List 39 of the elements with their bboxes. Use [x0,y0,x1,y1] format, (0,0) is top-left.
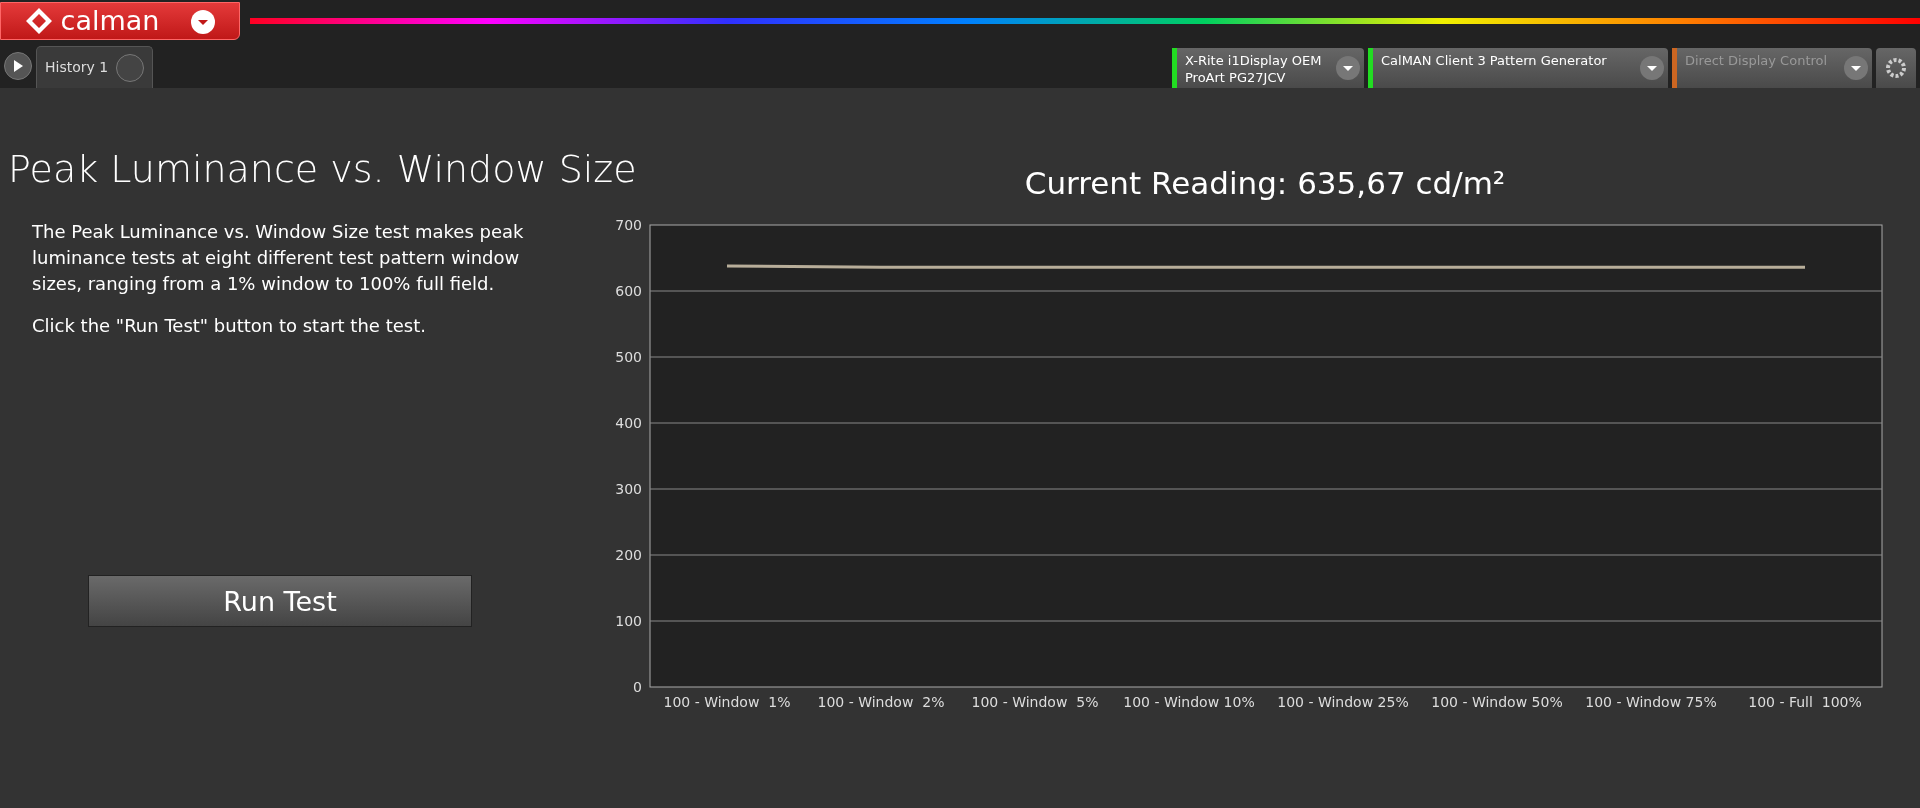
description-text: The Peak Luminance vs. Window Size test makes peak luminance tests at eight different test pattern window sizes, ranging from a 1% window to 100% full field. [32,220,525,297]
settings-button[interactable] [1876,48,1916,88]
x-tick-label: 100 - Window 2% [817,693,945,710]
x-tick-label: 100 - Full 100% [1748,693,1862,710]
y-tick-label: 600 [615,282,642,299]
caret-icon [1844,56,1868,80]
y-tick-label: 100 [615,612,642,629]
page-title: Peak Luminance vs. Window Size [8,146,637,193]
play-icon [13,60,23,72]
run-test-button[interactable]: Run Test [88,575,472,628]
y-tick-label: 300 [615,480,642,497]
caret-icon [1640,56,1664,80]
logo-button[interactable]: calman [0,2,240,40]
logo-text: calman [60,3,160,38]
device-dropdown[interactable]: X-Rite i1Display OEM ProArt PG27JCV [1172,48,1364,88]
caret-icon [191,10,216,35]
logo-icon [24,7,53,35]
x-tick-label: 100 - Window 1% [663,693,791,710]
y-tick-label: 500 [615,348,642,365]
device-name: CalMAN Client 3 Pattern Generator [1381,52,1608,69]
y-tick-label: 200 [615,546,642,563]
y-tick-label: 400 [615,414,642,431]
x-tick-label: 100 - Window 75% [1585,693,1717,710]
device-name: ProArt PG27JCV [1185,69,1287,86]
tab-label: History 1 [45,58,109,77]
caret-icon [1336,56,1360,80]
x-tick-label: 100 - Window 50% [1431,693,1563,710]
y-tick-label: 700 [615,216,642,233]
x-tick-label: 100 - Window 5% [971,693,1099,710]
device-name: X-Rite i1Display OEM [1185,52,1323,69]
history-tab[interactable]: History 1 [36,46,154,88]
play-button[interactable] [4,52,32,80]
x-tick-label: 100 - Window 10% [1123,693,1255,710]
x-tick-label: 100 - Window 25% [1277,693,1409,710]
device-dropdown[interactable]: CalMAN Client 3 Pattern Generator [1368,48,1668,88]
settings-icon [1885,57,1907,79]
instruction-text: Click the "Run Test" button to start the test. [32,314,427,339]
y-tick-label: 0 [633,678,642,695]
device-name: Direct Display Control [1685,52,1829,69]
